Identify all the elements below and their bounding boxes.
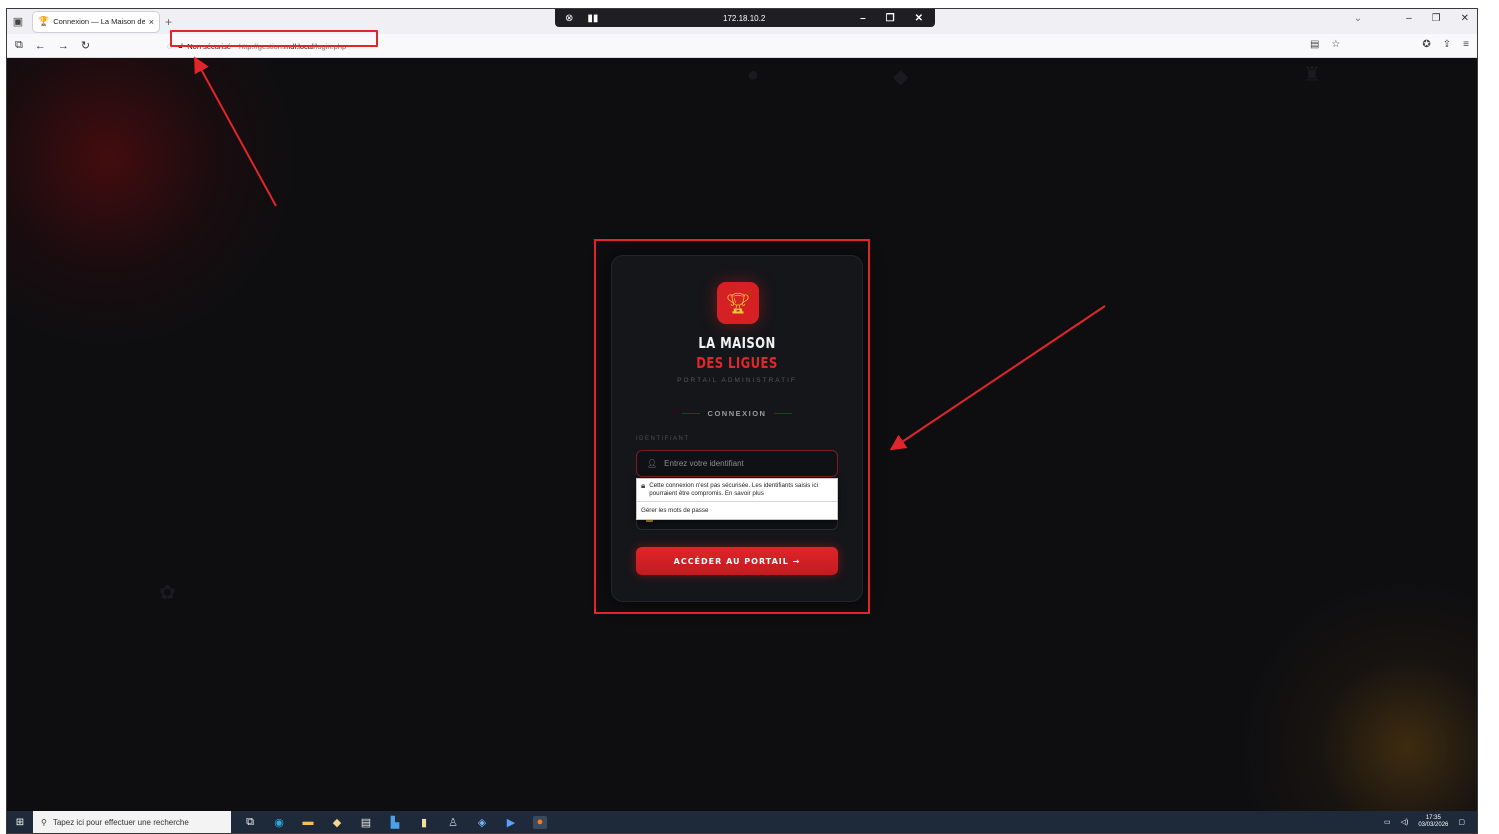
windows-start-icon[interactable]: ⊞ [7,817,33,828]
decor-ball-icon: ● [747,64,760,86]
system-tray: ▭ ◁) 17:35 03/03/2026 ▢ [1384,811,1465,833]
toolbar-right: ▤ ☆ ✪ ⇪ ≡ [1310,39,1469,50]
windows-taskbar: ⊞ ⚲ Tapez ici pour effectuer une recherc… [7,811,1477,833]
browser-tab[interactable]: 🏆 Connexion — La Maison des Li × [33,11,159,32]
tab-favicon-trophy-icon: 🏆 [38,16,50,26]
admin-tools-icon[interactable]: ♙ [446,816,460,829]
hyperv-icon[interactable]: ◈ [475,816,489,829]
script-icon[interactable]: ▮ [417,816,431,829]
back-icon[interactable]: ← [35,40,46,52]
clock[interactable]: 17:35 03/03/2026 [1418,815,1448,829]
decor-shape-icon: ◆ [893,66,909,88]
remote-minimize-icon[interactable]: – [860,13,866,24]
search-icon: ⚲ [41,817,47,827]
task-view-icon[interactable]: ⧉ [243,816,257,829]
reader-view-icon[interactable]: ▤ [1310,39,1319,50]
server-manager-icon[interactable]: ▙ [388,816,402,829]
remote-restore-icon[interactable]: ❐ [886,13,895,24]
sidebar-toggle-icon[interactable]: ⧉ [15,39,23,52]
decor-trophy-icon: ♜ [1303,64,1321,86]
remote-ip: 172.18.10.2 [723,13,766,23]
volume-icon[interactable]: ◁) [1401,818,1409,826]
window-controls: ⌄ – ❐ ✕ [1354,13,1469,24]
tab-overview-icon[interactable]: ▣ [7,15,29,28]
remote-session-bar: ⊗ ▮▮ 172.18.10.2 – ❐ ✕ [555,9,935,27]
minimize-icon[interactable]: – [1406,13,1412,24]
reload-icon[interactable]: ↻ [81,39,90,52]
extensions-icon[interactable]: ✪ [1422,39,1430,50]
notepad-icon[interactable]: ▤ [359,816,373,829]
new-tab-button[interactable]: + [165,15,172,29]
tab-list-chevron-icon[interactable]: ⌄ [1354,13,1362,24]
menu-icon[interactable]: ≡ [1463,39,1469,50]
close-icon[interactable]: ✕ [1461,13,1469,24]
pin-icon[interactable]: ⊗ [565,13,573,24]
firefox-icon[interactable]: ● [533,815,547,829]
taskbar-search[interactable]: ⚲ Tapez ici pour effectuer une recherche [33,811,231,833]
signal-icon: ▮▮ [587,12,599,24]
clock-time: 17:35 [1425,815,1441,821]
url-highlight-box [170,30,378,47]
remote-close-icon[interactable]: ✕ [915,13,923,24]
notification-icon[interactable]: ▢ [1458,818,1465,826]
tab-title: Connexion — La Maison des Li [53,17,145,26]
app-icon[interactable]: ◆ [330,816,344,829]
edge-icon[interactable]: ◉ [272,816,286,829]
decor-gear-icon: ✿ [159,582,176,604]
share-icon[interactable]: ⇪ [1443,39,1451,50]
clock-date: 03/03/2026 [1418,822,1449,828]
file-explorer-icon[interactable]: ▬ [301,816,315,829]
search-placeholder: Tapez ici pour effectuer une recherche [52,817,189,827]
card-highlight-box [594,239,870,614]
maximize-icon[interactable]: ❐ [1432,13,1441,24]
bookmark-star-icon[interactable]: ☆ [1331,39,1340,50]
forward-icon[interactable]: → [58,40,69,52]
network-icon[interactable]: ▭ [1384,818,1391,826]
tab-close-icon[interactable]: × [149,17,154,27]
taskbar-apps: ⧉ ◉ ▬ ◆ ▤ ▙ ▮ ♙ ◈ ▶ ● [243,815,547,829]
powershell-icon[interactable]: ▶ [504,816,518,829]
